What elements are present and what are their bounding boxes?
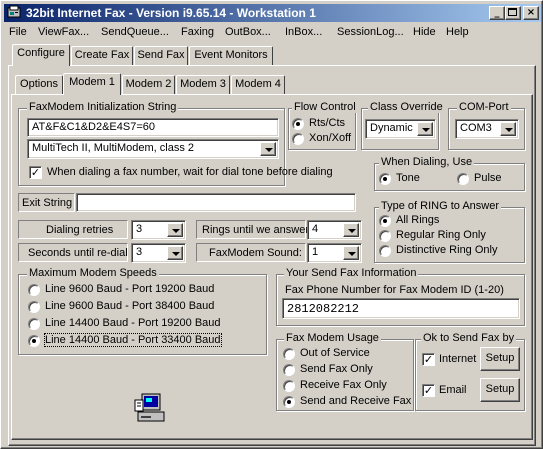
com-port-select[interactable]: COM3: [455, 119, 519, 139]
sound-label-box: FaxModem Sound:: [196, 243, 306, 262]
sound-select[interactable]: 1: [307, 243, 362, 263]
tab-options[interactable]: Options: [15, 75, 63, 95]
flow-control-legend: Flow Control: [292, 101, 358, 113]
chevron-down-icon[interactable]: [417, 122, 433, 136]
chevron-down-icon[interactable]: [167, 246, 183, 260]
chevron-down-icon[interactable]: [260, 142, 276, 156]
tab-modem-3[interactable]: Modem 3: [176, 75, 230, 95]
ok-send-legend: Ok to Send Fax by: [421, 332, 517, 344]
wait-dial-label: When dialing a fax number, wait for dial…: [47, 166, 333, 178]
chevron-down-icon[interactable]: [343, 246, 359, 260]
menu-sessionlog[interactable]: SessionLog...: [337, 26, 404, 38]
modem-type-select[interactable]: MultiTech II, MultiModem, class 2: [27, 139, 279, 159]
class-override-legend: Class Override: [368, 101, 445, 113]
exit-string-input[interactable]: [76, 193, 356, 212]
main-window: 32bit Internet Fax - Version i9.65.14 - …: [0, 0, 543, 449]
class-override-select[interactable]: Dynamic: [365, 119, 436, 139]
seconds-redial-select[interactable]: 3: [131, 243, 186, 263]
init-string-input[interactable]: AT&F&C1&D2&E4S7=60: [27, 118, 279, 137]
rings-label-box: Rings until we answer: [196, 220, 309, 239]
close-button[interactable]: ×: [523, 6, 539, 20]
window-title: 32bit Internet Fax - Version i9.65.14 - …: [26, 6, 316, 20]
menu-sendqueue[interactable]: SendQueue...: [101, 26, 169, 38]
internet-checkbox[interactable]: ✓: [422, 353, 435, 366]
check-icon: ✓: [423, 384, 434, 397]
tab-configure[interactable]: Configure: [12, 44, 70, 66]
minimize-button[interactable]: _: [489, 6, 505, 20]
menu-viewfax[interactable]: ViewFax...: [38, 26, 89, 38]
menu-outbox[interactable]: OutBox...: [225, 26, 271, 38]
tab-event-monitors[interactable]: Event Monitors: [189, 46, 273, 66]
menu-bar: File ViewFax... SendQueue... Faxing OutB…: [4, 23, 541, 42]
menu-help[interactable]: Help: [446, 26, 469, 38]
phone-number-label: Fax Phone Number for Fax Modem ID (1-20): [285, 284, 504, 296]
send-fax-info-legend: Your Send Fax Information: [284, 267, 419, 279]
exit-string-label-box: Exit String: [18, 193, 75, 212]
maximize-button[interactable]: [505, 6, 521, 20]
menu-faxing[interactable]: Faxing: [181, 26, 214, 38]
rings-select[interactable]: 4: [307, 220, 362, 240]
dialing-method-legend: When Dialing, Use: [379, 156, 475, 168]
email-setup-button[interactable]: Setup: [480, 378, 520, 402]
maximize-icon: [508, 8, 517, 16]
menu-inbox[interactable]: InBox...: [285, 26, 322, 38]
phone-number-input[interactable]: 2812082212: [282, 298, 520, 319]
tab-send-fax[interactable]: Send Fax: [134, 46, 188, 66]
wait-dial-checkbox[interactable]: ✓: [29, 166, 42, 179]
tab-modem-4[interactable]: Modem 4: [231, 75, 285, 95]
email-label: Email: [439, 384, 467, 396]
close-icon: ×: [526, 7, 536, 18]
check-icon: ✓: [30, 166, 41, 179]
tab-modem-2[interactable]: Modem 2: [122, 75, 175, 95]
fax-app-icon: [7, 5, 21, 18]
computer-icon: [134, 393, 165, 422]
tab-create-fax[interactable]: Create Fax: [71, 46, 133, 66]
chevron-down-icon[interactable]: [167, 223, 183, 237]
internet-label: Internet: [439, 353, 477, 365]
menu-file[interactable]: File: [9, 26, 27, 38]
minimize-icon: _: [494, 7, 500, 18]
check-icon: ✓: [423, 353, 434, 366]
seconds-redial-label-box: Seconds until re-dial: [18, 243, 128, 262]
menu-hide[interactable]: Hide: [413, 26, 436, 38]
chevron-down-icon[interactable]: [343, 223, 359, 237]
com-port-legend: COM-Port: [457, 101, 511, 113]
dialing-retries-label-box: Dialing retries: [18, 220, 128, 239]
email-checkbox[interactable]: ✓: [422, 384, 435, 397]
tab-modem-1[interactable]: Modem 1: [63, 73, 121, 95]
modem-speeds-legend: Maximum Modem Speeds: [27, 267, 159, 279]
ring-type-legend: Type of RING to Answer: [379, 200, 501, 212]
modem-usage-legend: Fax Modem Usage: [284, 332, 381, 344]
internet-setup-button[interactable]: Setup: [480, 347, 520, 371]
title-bar[interactable]: 32bit Internet Fax - Version i9.65.14 - …: [4, 4, 541, 22]
init-string-legend: FaxModem Initialization String: [27, 101, 179, 113]
chevron-down-icon[interactable]: [500, 122, 516, 136]
dialing-retries-select[interactable]: 3: [131, 220, 186, 240]
